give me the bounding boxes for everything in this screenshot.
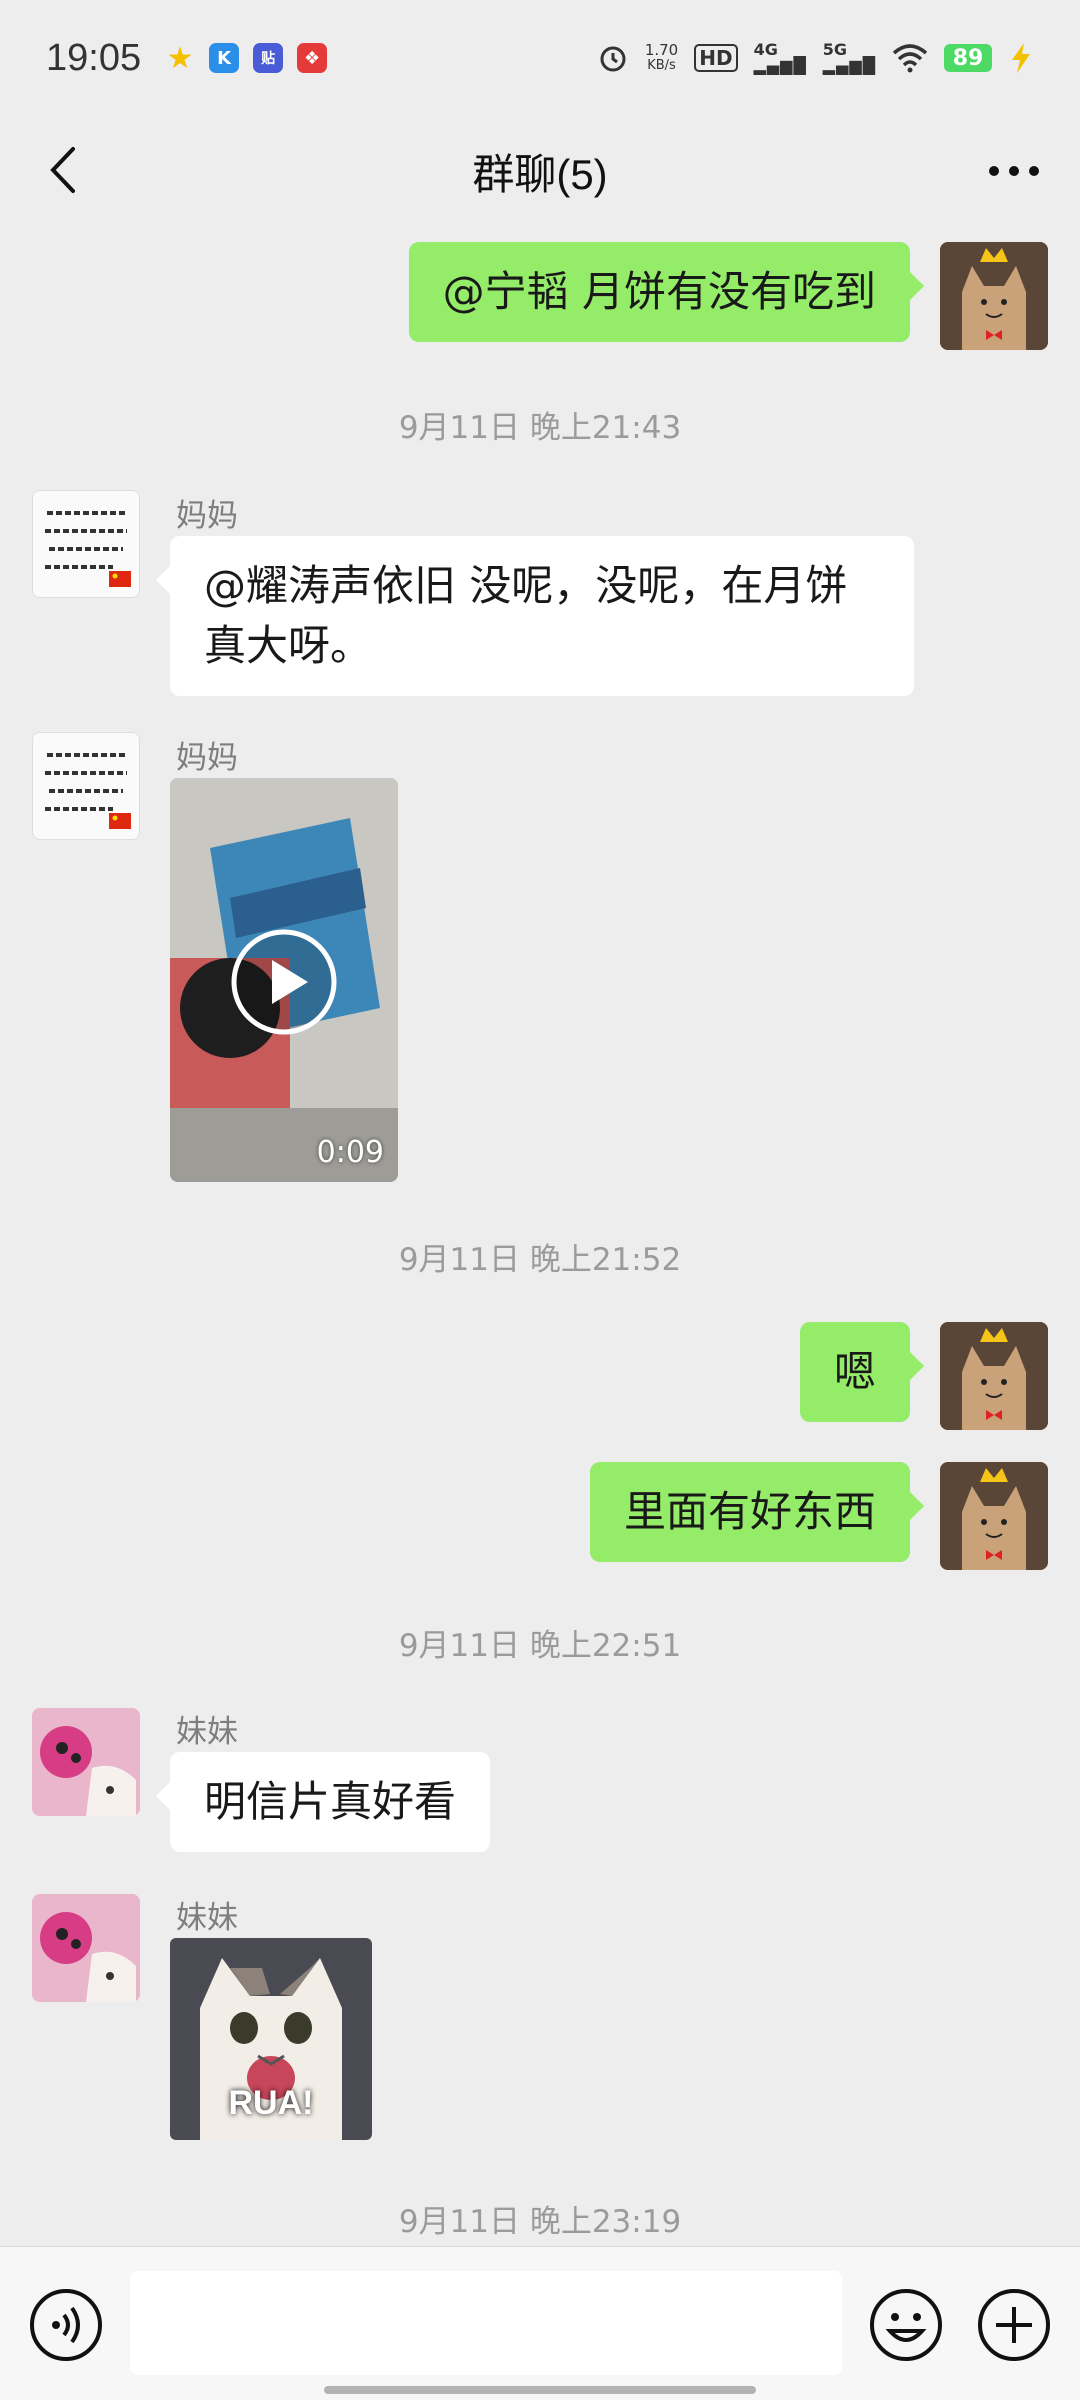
tieba-app-icon: 贴 — [253, 43, 284, 73]
video-duration: 0:09 — [316, 1135, 384, 1170]
home-indicator[interactable] — [324, 2386, 756, 2394]
sticker-message[interactable]: RUA! — [170, 1938, 372, 2140]
red-app-icon: ❖ — [297, 43, 328, 73]
hd-badge: HD — [694, 44, 738, 72]
k-app-icon: K — [209, 43, 240, 73]
more-dots-icon — [989, 166, 1039, 176]
plus-icon[interactable] — [976, 2287, 1052, 2363]
signal-4g: 4G ▂▄▆█ — [753, 40, 807, 75]
voice-icon[interactable] — [28, 2287, 104, 2363]
timestamp: 9月11日 晚上21:43 — [398, 410, 682, 446]
message-input[interactable] — [130, 2271, 842, 2375]
cat-king-avatar-icon — [940, 242, 1048, 350]
input-bar — [0, 2246, 1080, 2400]
status-app-icons: ★ K 贴 ❖ — [165, 40, 328, 76]
pink-cat-avatar-icon — [32, 1894, 140, 2002]
chat-title: 群聊(5) — [472, 150, 608, 198]
message-text: @宁韬 月饼有没有吃到 — [442, 267, 876, 316]
sender-name: 妈妈 — [176, 498, 238, 534]
message-bubble-outgoing[interactable]: 里面有好东西 — [589, 1462, 925, 1562]
chevron-left-icon — [50, 147, 75, 193]
status-indicators: 1.70 KB/s HD 4G ▂▄▆█ 5G ▂▄▆█ 89 — [597, 42, 1034, 74]
sender-name: 妹妹 — [176, 1900, 238, 1936]
net-speed: 1.70 KB/s — [644, 41, 679, 73]
message-text: 里面有好东西 — [623, 1487, 876, 1536]
message-text: 明信片真好看 — [204, 1777, 457, 1826]
sister-avatar[interactable] — [32, 1894, 140, 2002]
calligraphy-avatar-icon — [33, 733, 139, 839]
timestamp: 9月11日 晚上21:52 — [398, 1242, 682, 1278]
message-bubble-outgoing[interactable]: 嗯 — [799, 1322, 925, 1422]
sender-name: 妈妈 — [176, 740, 238, 776]
emoji-icon[interactable] — [868, 2287, 944, 2363]
sister-avatar[interactable] — [32, 1708, 140, 1816]
calligraphy-avatar-icon — [33, 491, 139, 597]
message-text: @耀涛声依旧 没呢，没呢，在月饼真大呀。 — [204, 561, 848, 670]
play-icon[interactable] — [228, 926, 340, 1038]
cat-king-avatar-icon — [940, 1462, 1048, 1570]
pink-cat-avatar-icon — [32, 1708, 140, 1816]
self-avatar[interactable] — [940, 1322, 1048, 1430]
self-avatar[interactable] — [940, 242, 1048, 350]
more-button[interactable] — [984, 146, 1044, 196]
mom-avatar[interactable] — [32, 490, 140, 598]
status-bar: 19:05 ★ K 贴 ❖ 1.70 KB/s HD 4G ▂▄▆█ 5G ▂▄… — [0, 0, 1080, 116]
mom-avatar[interactable] — [32, 732, 140, 840]
wifi-icon — [892, 44, 928, 73]
cat-king-avatar-icon — [940, 1322, 1048, 1430]
status-time: 19:05 — [46, 36, 142, 79]
message-list[interactable]: @宁韬 月饼有没有吃到 9月11日 晚上21:43 妈妈 @耀涛声依旧 没呢，没… — [0, 226, 1080, 2246]
timestamp: 9月11日 晚上23:19 — [398, 2204, 682, 2240]
sender-name: 妹妹 — [176, 1714, 238, 1750]
battery-level: 89 — [944, 44, 992, 72]
message-bubble-incoming[interactable]: @耀涛声依旧 没呢，没呢，在月饼真大呀。 — [156, 536, 914, 696]
charging-icon — [1012, 43, 1030, 73]
chat-header: 群聊(5) — [0, 116, 1080, 226]
sticker-caption: RUA! — [228, 2084, 314, 2122]
message-bubble-outgoing[interactable]: @宁韬 月饼有没有吃到 — [408, 242, 925, 342]
signal-5g: 5G ▂▄▆█ — [822, 40, 876, 75]
timestamp: 9月11日 晚上22:51 — [398, 1628, 682, 1664]
back-button[interactable] — [36, 144, 88, 196]
message-text: 嗯 — [833, 1347, 876, 1396]
message-bubble-incoming[interactable]: 明信片真好看 — [155, 1752, 491, 1852]
alarm-icon — [600, 46, 626, 72]
star-app-icon: ★ — [166, 40, 194, 76]
self-avatar[interactable] — [940, 1462, 1048, 1570]
video-message[interactable]: 0:09 — [170, 778, 398, 1182]
